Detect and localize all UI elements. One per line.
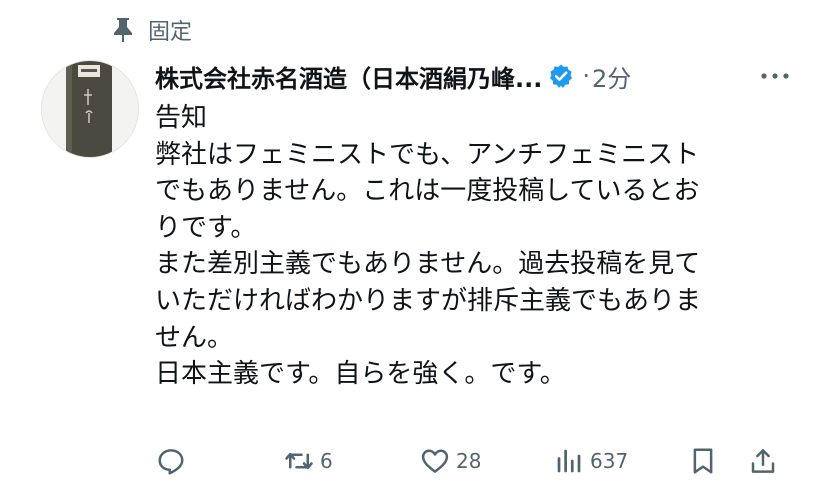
action-bar: 6 28 637 (150, 437, 790, 485)
post-line: せん。 (155, 322, 234, 353)
post-line: また差別主義でもありません。過去投稿を見て (155, 249, 701, 280)
bookmark-button[interactable] (688, 437, 718, 485)
post-line: 日本主義です。自らを強く。です。 (155, 359, 566, 390)
views-icon (557, 449, 581, 473)
sake-bottle-image (42, 61, 138, 157)
heart-icon (421, 449, 449, 473)
avatar[interactable] (41, 60, 139, 158)
post-line: でもありません。これは一度投稿しているとお (155, 176, 700, 207)
bookmark-icon (693, 448, 713, 474)
more-icon (761, 73, 789, 79)
post-line: 告知 (155, 103, 208, 133)
views-button[interactable]: 637 (554, 437, 628, 485)
pinned-label: 固定 (148, 20, 193, 45)
share-button[interactable] (748, 437, 778, 485)
post-time[interactable]: 2分 (592, 59, 631, 94)
post-line: 弊社はフェミニストでも、アンチフェミニスト (155, 139, 700, 170)
like-count: 28 (456, 449, 482, 473)
verified-badge-icon[interactable] (548, 63, 574, 89)
reply-icon (158, 449, 184, 475)
reply-button[interactable] (156, 437, 186, 485)
pinned-indicator: 固定 (112, 14, 192, 46)
post-line: りです。 (155, 212, 257, 243)
post-line: いただければわかりますが排斥主義でもありま (155, 285, 702, 316)
pin-icon (114, 18, 132, 42)
post-header: 株式会社赤名酒造（日本酒絹乃峰... · 2分 (155, 54, 795, 98)
repost-icon (285, 452, 313, 470)
views-count: 637 (590, 449, 629, 473)
like-button[interactable]: 28 (420, 437, 481, 485)
share-icon (751, 449, 775, 473)
repost-button[interactable]: 6 (284, 437, 333, 485)
author-name[interactable]: 株式会社赤名酒造（日本酒絹乃峰... (155, 59, 542, 94)
repost-count: 6 (320, 449, 333, 473)
header-separator: · (582, 62, 590, 90)
post-body: 告知 弊社はフェミニストでも、アンチフェミニスト でもありません。これは一度投稿… (155, 100, 795, 393)
more-options-button[interactable] (755, 60, 795, 92)
